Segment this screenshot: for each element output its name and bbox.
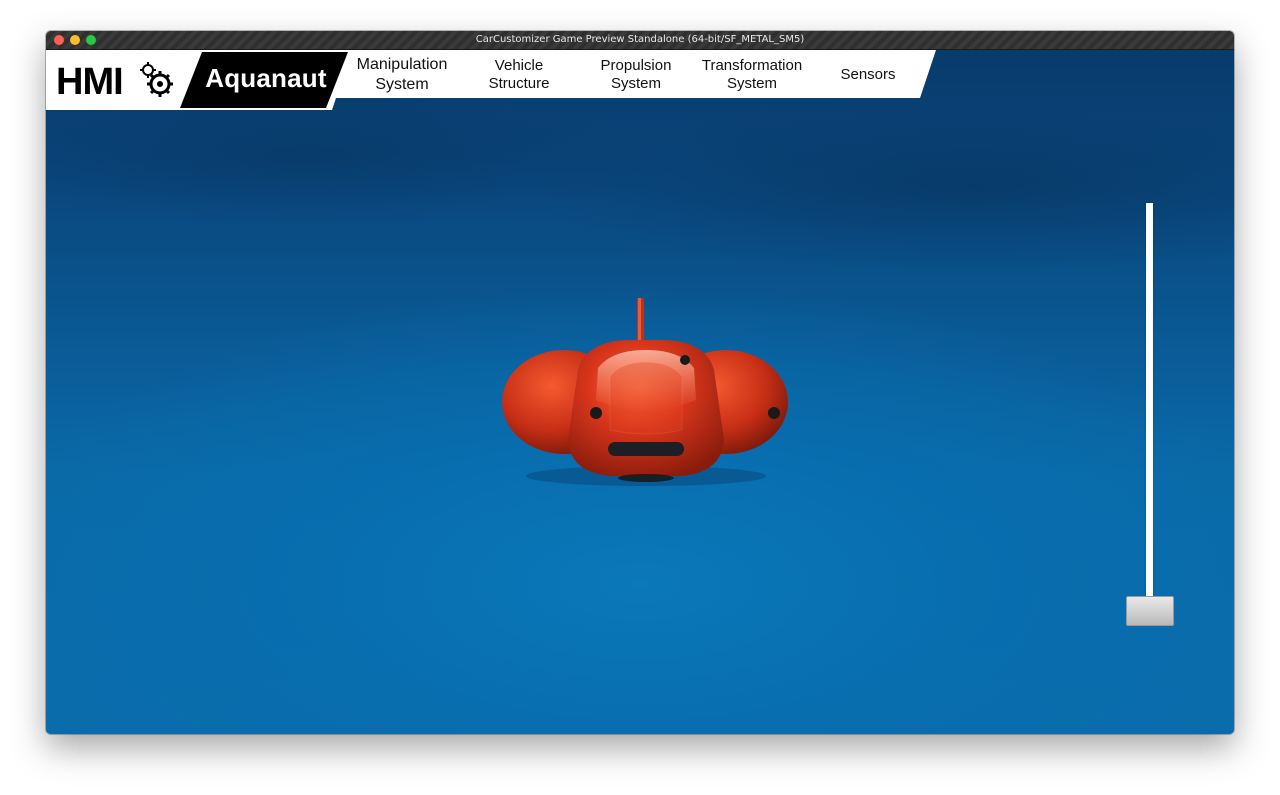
nav-label: Manipulation System	[356, 56, 448, 93]
window-title: CarCustomizer Game Preview Standalone (6…	[475, 34, 805, 45]
vertical-slider-track[interactable]	[1146, 203, 1153, 603]
underwater-vehicle[interactable]	[486, 280, 806, 490]
nav-label: Propulsion System	[600, 57, 672, 92]
top-menu: HMI Aquanaut Manipulation System Vehicle…	[46, 50, 936, 110]
hmi-logo: HMI	[56, 62, 173, 98]
right-light	[768, 407, 780, 419]
app-window: CarCustomizer Game Preview Standalone (6…	[46, 31, 1234, 734]
nav-sensors[interactable]: Sensors	[826, 54, 910, 96]
left-light	[590, 407, 602, 419]
nav-vehicle-structure[interactable]: Vehicle Structure	[468, 54, 570, 96]
nav-label: Vehicle Structure	[488, 57, 550, 92]
svg-text:HMI: HMI	[56, 62, 123, 98]
nav-label: Transformation System	[701, 57, 803, 92]
title-bar[interactable]: CarCustomizer Game Preview Standalone (6…	[46, 31, 1234, 50]
nav-label: Sensors	[840, 66, 896, 83]
nav-transformation-system[interactable]: Transformation System	[694, 54, 810, 96]
brand-title[interactable]: Aquanaut	[196, 60, 336, 96]
front-sensor-bar	[608, 442, 684, 456]
nav-manipulation-system[interactable]: Manipulation System	[344, 54, 460, 96]
top-camera	[680, 355, 690, 365]
nav-propulsion-system[interactable]: Propulsion System	[584, 54, 688, 96]
3d-viewport[interactable]	[46, 50, 1234, 734]
vertical-slider-thumb[interactable]	[1126, 596, 1174, 626]
